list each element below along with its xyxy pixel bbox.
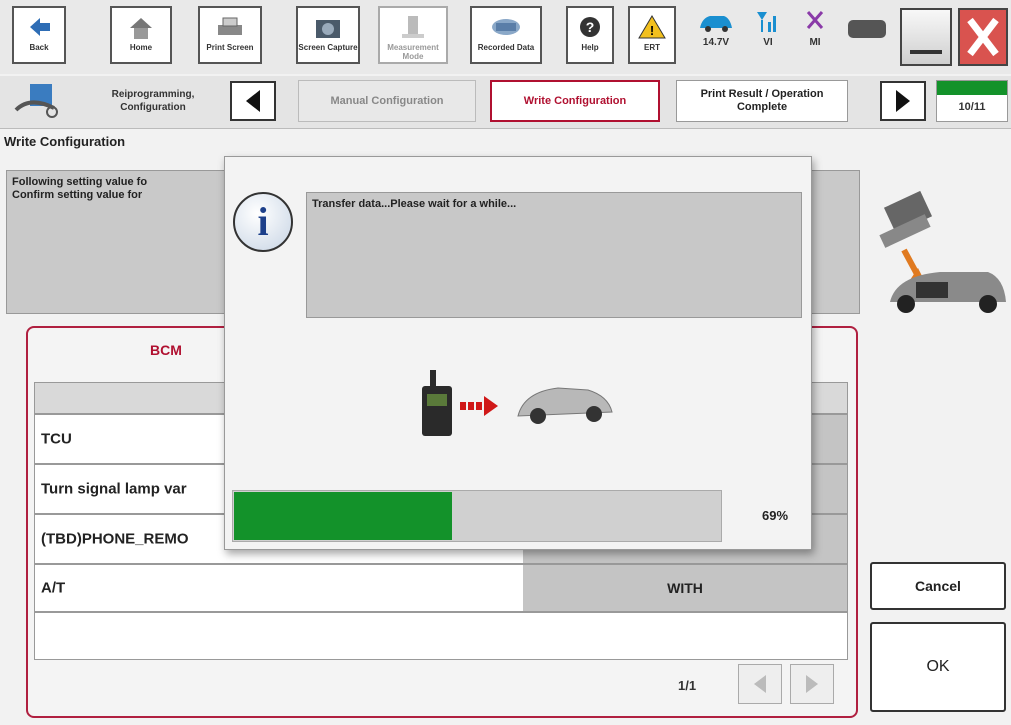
recorded-data-icon bbox=[472, 13, 540, 43]
close-icon bbox=[967, 17, 999, 57]
svg-text:!: ! bbox=[650, 23, 654, 38]
help-button[interactable]: ? Help bbox=[566, 6, 614, 64]
minimize-icon bbox=[910, 50, 942, 54]
dialog-message-box bbox=[306, 192, 802, 318]
triangle-left-icon bbox=[754, 675, 766, 693]
bcm-tab-label: BCM bbox=[150, 342, 182, 358]
vci-to-car-transfer-icon bbox=[418, 366, 618, 451]
laptop-to-car-icon bbox=[870, 180, 1010, 325]
battery-voltage-status: 14.7V bbox=[690, 8, 742, 48]
help-icon: ? bbox=[568, 13, 612, 43]
step-progress-fill bbox=[937, 81, 1007, 95]
step-print-result: Print Result / Operation Complete bbox=[676, 80, 848, 122]
message-text: Following setting value fo Confirm setti… bbox=[12, 176, 148, 201]
page-next-button[interactable] bbox=[790, 664, 834, 704]
triangle-right-icon bbox=[896, 90, 910, 112]
back-button[interactable]: Back bbox=[12, 6, 66, 64]
page-prev-button[interactable] bbox=[738, 664, 782, 704]
battery-indicator-icon bbox=[848, 20, 886, 38]
printer-icon bbox=[200, 13, 260, 43]
page-title: Write Configuration bbox=[4, 134, 126, 149]
step-progress-indicator: 10/11 bbox=[936, 80, 1008, 122]
ok-button[interactable]: OK bbox=[870, 622, 1006, 712]
recorded-data-button[interactable]: Recorded Data bbox=[470, 6, 542, 64]
close-button[interactable] bbox=[958, 8, 1008, 66]
camera-icon bbox=[298, 13, 358, 43]
page-indicator: 1/1 bbox=[678, 678, 697, 693]
home-button[interactable]: Home bbox=[110, 6, 172, 64]
vi-status: VI bbox=[752, 8, 784, 48]
step-counter: 10/11 bbox=[958, 101, 986, 113]
step-navigation-bar: Reiprogramming, Configuration Manual Con… bbox=[0, 76, 1011, 129]
screen-capture-button[interactable]: Screen Capture bbox=[296, 6, 360, 64]
signal-icon bbox=[757, 12, 776, 32]
step-next-button[interactable] bbox=[880, 81, 926, 121]
triangle-left-icon bbox=[246, 90, 260, 112]
cancel-button[interactable]: Cancel bbox=[870, 562, 1006, 610]
table-row: A/T WITH bbox=[34, 564, 848, 612]
home-icon bbox=[112, 13, 170, 43]
minimize-button[interactable] bbox=[900, 8, 952, 66]
measurement-mode-button[interactable]: Measurement Mode bbox=[378, 6, 448, 64]
table-row-empty bbox=[34, 612, 848, 660]
progress-percentage: 69% bbox=[762, 508, 789, 523]
disconnected-x-icon bbox=[806, 11, 824, 29]
step-manual-configuration: Manual Configuration bbox=[298, 80, 476, 122]
back-arrow-icon bbox=[14, 13, 64, 43]
reprogramming-icon bbox=[14, 82, 60, 125]
warning-icon: ! bbox=[630, 13, 674, 43]
triangle-right-icon bbox=[806, 675, 818, 693]
progress-bar-fill bbox=[234, 492, 452, 540]
dialog-message: Transfer data...Please wait for a while.… bbox=[312, 198, 517, 210]
step-write-configuration: Write Configuration bbox=[490, 80, 660, 122]
info-icon: i bbox=[233, 192, 293, 252]
svg-text:?: ? bbox=[586, 19, 595, 35]
print-screen-button[interactable]: Print Screen bbox=[198, 6, 262, 64]
mi-status: MI bbox=[800, 8, 830, 48]
section-title: Reiprogramming, Configuration bbox=[111, 89, 195, 113]
step-back-button[interactable] bbox=[230, 81, 276, 121]
ert-button[interactable]: ! ERT bbox=[628, 6, 676, 64]
car-battery-icon bbox=[700, 16, 732, 32]
toolbar: Back Home Print Screen Screen Capture Me… bbox=[0, 0, 1011, 74]
measurement-icon bbox=[380, 13, 446, 43]
